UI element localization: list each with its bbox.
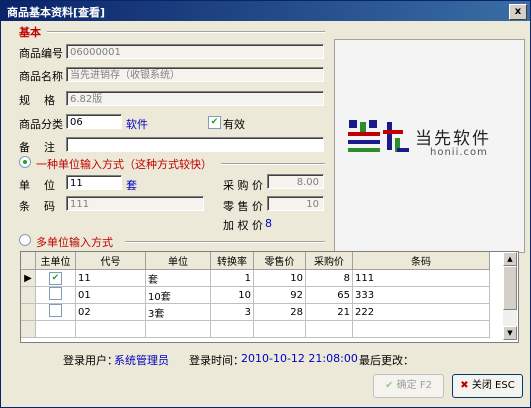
table-row[interactable]: 02 3套 3 28 21 222 xyxy=(21,303,490,321)
single-unit-radio[interactable] xyxy=(19,156,31,168)
row-rate[interactable]: 1 xyxy=(210,269,254,287)
section-divider xyxy=(221,163,325,165)
col-header-retail[interactable]: 零售价 xyxy=(253,252,306,270)
row-rate[interactable]: 3 xyxy=(210,303,254,321)
main-unit-checkbox[interactable] xyxy=(49,304,62,317)
product-image: 当先软件 honii.com xyxy=(334,39,525,253)
close-x-icon: ✖ xyxy=(460,380,469,391)
col-header-code[interactable]: 代号 xyxy=(75,252,146,270)
user-label: 登录用户： xyxy=(63,354,118,367)
unit-name: 套 xyxy=(126,179,137,192)
row-main-cell[interactable]: ✔ xyxy=(35,269,76,287)
row-code[interactable]: 11 xyxy=(75,269,146,287)
multi-unit-radio[interactable] xyxy=(19,234,31,246)
dialog-window: 商品基本资料[查看] x 基本 商品编号 06000001 商品名称 当先进销存… xyxy=(0,0,531,408)
single-unit-radio-label: 一种单位输入方式（这种方式较快） xyxy=(36,158,212,171)
ok-button-label: 确定 F2 xyxy=(396,380,432,391)
purchase-field[interactable]: 8.00 xyxy=(267,174,324,189)
title-bar: 商品基本资料[查看] x xyxy=(1,1,530,21)
grid-corner-header xyxy=(21,252,36,270)
logo-cn-text: 当先软件 xyxy=(415,129,491,149)
valid-checkbox[interactable]: ✔ xyxy=(208,116,221,129)
category-label: 商品分类 xyxy=(19,118,63,131)
category-name: 软件 xyxy=(126,118,148,131)
spec-field[interactable]: 6.82版 xyxy=(66,91,324,106)
purchase-label: 采 购 价 xyxy=(223,179,263,192)
code-field[interactable]: 06000001 xyxy=(66,44,324,59)
row-barcode[interactable]: 111 xyxy=(352,269,490,287)
category-field[interactable]: 06 xyxy=(66,114,122,129)
row-barcode[interactable]: 222 xyxy=(352,303,490,321)
row-unit[interactable]: 3套 xyxy=(145,303,211,321)
logo-url-text: honii.com xyxy=(430,147,488,158)
close-button-label: 关闭 ESC xyxy=(471,380,515,391)
col-header-unit[interactable]: 单位 xyxy=(145,252,211,270)
valid-label: 有效 xyxy=(223,118,245,131)
unit-label: 单 位 xyxy=(19,179,55,192)
window-title: 商品基本资料[查看] xyxy=(7,6,106,19)
row-retail[interactable]: 92 xyxy=(253,286,306,304)
row-retail[interactable]: 28 xyxy=(253,303,306,321)
retail-label: 零 售 价 xyxy=(223,200,263,213)
row-retail[interactable]: 10 xyxy=(253,269,306,287)
spec-label: 规 格 xyxy=(19,94,55,107)
scroll-up-icon[interactable]: ▲ xyxy=(503,252,517,266)
row-purchase[interactable]: 65 xyxy=(305,286,353,304)
barcode-field[interactable]: 111 xyxy=(66,196,204,211)
row-main-cell[interactable] xyxy=(35,286,76,304)
grid-header-row: 主单位 代号 单位 转换率 零售价 采购价 条码 xyxy=(21,252,490,270)
col-header-barcode[interactable]: 条码 xyxy=(352,252,490,270)
user-value: 系统管理员 xyxy=(114,354,169,367)
row-indicator xyxy=(21,303,36,321)
weighted-value: 8 xyxy=(265,217,272,230)
multi-unit-radio-label: 多单位输入方式 xyxy=(36,236,113,249)
row-indicator-icon: ▶ xyxy=(21,269,36,287)
login-time-value: 2010-10-12 21:08:00 xyxy=(241,352,358,365)
grid-scrollbar[interactable]: ▲ ▼ xyxy=(503,252,517,340)
login-time-label: 登录时间： xyxy=(189,354,244,367)
row-purchase[interactable]: 8 xyxy=(305,269,353,287)
retail-field[interactable]: 10 xyxy=(267,196,324,211)
col-header-main[interactable]: 主单位 xyxy=(35,252,76,270)
section-divider xyxy=(125,241,325,243)
row-unit[interactable]: 套 xyxy=(145,269,211,287)
code-label: 商品编号 xyxy=(19,47,63,60)
name-field[interactable]: 当先进销存（收银系统） xyxy=(66,67,324,82)
row-purchase[interactable]: 21 xyxy=(305,303,353,321)
col-header-rate[interactable]: 转换率 xyxy=(210,252,254,270)
scroll-down-icon[interactable]: ▼ xyxy=(503,326,517,340)
row-barcode[interactable]: 333 xyxy=(352,286,490,304)
col-header-purchase[interactable]: 采购价 xyxy=(305,252,353,270)
row-main-cell[interactable] xyxy=(35,303,76,321)
check-icon: ✔ xyxy=(385,380,394,391)
main-unit-checkbox[interactable] xyxy=(49,287,62,300)
last-change-label: 最后更改： xyxy=(359,354,414,367)
barcode-label: 条 码 xyxy=(19,200,55,213)
remark-field[interactable] xyxy=(66,137,324,152)
row-rate[interactable]: 10 xyxy=(210,286,254,304)
ok-button[interactable]: ✔ 确定 F2 xyxy=(373,374,444,398)
remark-label: 备 注 xyxy=(19,141,55,154)
section-divider xyxy=(47,31,325,33)
table-row-empty[interactable] xyxy=(21,320,490,338)
table-row[interactable]: 01 10套 10 92 65 333 xyxy=(21,286,490,304)
section-basic-title: 基本 xyxy=(19,26,41,39)
main-unit-checkbox[interactable]: ✔ xyxy=(49,271,62,285)
name-label: 商品名称 xyxy=(19,70,63,83)
row-code[interactable]: 01 xyxy=(75,286,146,304)
unit-field[interactable]: 11 xyxy=(66,175,122,190)
units-grid: 主单位 代号 单位 转换率 零售价 采购价 条码 ▶ ✔ 11 套 1 10 8… xyxy=(20,251,519,343)
scroll-thumb[interactable] xyxy=(503,266,517,310)
row-code[interactable]: 02 xyxy=(75,303,146,321)
window-close-button[interactable]: x xyxy=(509,4,527,20)
row-unit[interactable]: 10套 xyxy=(145,286,211,304)
close-button[interactable]: ✖ 关闭 ESC xyxy=(452,374,523,398)
weighted-label: 加 权 价 xyxy=(223,219,263,232)
row-indicator xyxy=(21,286,36,304)
table-row[interactable]: ▶ ✔ 11 套 1 10 8 111 xyxy=(21,269,490,287)
